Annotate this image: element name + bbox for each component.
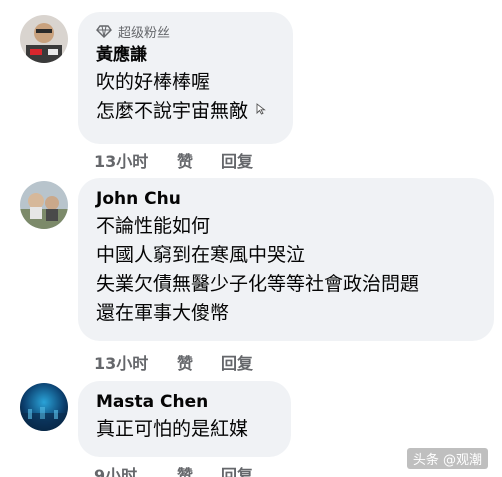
like-button[interactable]: 赞 — [177, 148, 221, 172]
comment-actions: 13小时 赞 回复 — [94, 350, 253, 374]
comment-timestamp[interactable]: 13小时 — [94, 148, 177, 172]
badge-label: 超级粉丝 — [118, 25, 171, 41]
comment-text-line: 吹的好棒棒喔 — [96, 71, 211, 93]
avatar-image — [20, 181, 68, 229]
avatar[interactable] — [20, 181, 68, 229]
comment-author[interactable]: 黃應謙 — [96, 44, 275, 66]
comment-timestamp[interactable]: 13小时 — [94, 350, 177, 374]
reply-button[interactable]: 回复 — [221, 350, 253, 374]
diamond-icon — [96, 25, 112, 38]
comment-text-line: 不論性能如何 — [96, 215, 211, 237]
avatar-image — [20, 383, 68, 431]
watermark: 头条 @观潮 — [406, 448, 488, 469]
watermark-text: 头条 @观潮 — [412, 453, 482, 468]
comment-text-line: 失業欠債無醫少子化等等社會政治問題 — [96, 273, 420, 295]
avatar-image — [20, 15, 68, 63]
previous-time-label — [96, 0, 103, 10]
reply-button[interactable]: 回复 — [221, 148, 253, 172]
comment-actions: 13小时 赞 回复 — [94, 148, 253, 172]
comment-timestamp[interactable]: 9小时 — [94, 462, 177, 477]
top-fan-badge[interactable]: 超级粉丝 — [96, 22, 275, 41]
cursor-icon — [256, 103, 266, 115]
like-button[interactable]: 赞 — [177, 462, 221, 477]
comment-bubble: Masta Chen 真正可怕的是紅媒 — [78, 381, 291, 457]
comment-text-line: 真正可怕的是紅媒 — [96, 418, 249, 440]
reply-button[interactable]: 回复 — [221, 462, 253, 477]
previous-comment-actions — [96, 0, 103, 10]
comments-panel: 超级粉丝 黃應謙 吹的好棒棒喔 怎麼不說宇宙無敵 13小时 赞 回复 John … — [0, 0, 502, 477]
comment-actions: 9小时 赞 回复 — [94, 462, 253, 477]
like-button[interactable]: 赞 — [177, 350, 221, 374]
comment-bubble: John Chu 不論性能如何 中國人窮到在寒風中哭泣 失業欠債無醫少子化等等社… — [78, 178, 494, 341]
comment-text-line: 怎麼不說宇宙無敵 — [96, 100, 249, 122]
comment-text-line: 還在軍事大傻幣 — [96, 302, 230, 324]
comment-author[interactable]: Masta Chen — [96, 391, 273, 413]
comment-author[interactable]: John Chu — [96, 188, 476, 210]
comment-text-line: 中國人窮到在寒風中哭泣 — [96, 244, 306, 266]
comment-bubble: 超级粉丝 黃應謙 吹的好棒棒喔 怎麼不說宇宙無敵 — [78, 12, 293, 144]
avatar[interactable] — [20, 383, 68, 431]
avatar[interactable] — [20, 15, 68, 63]
